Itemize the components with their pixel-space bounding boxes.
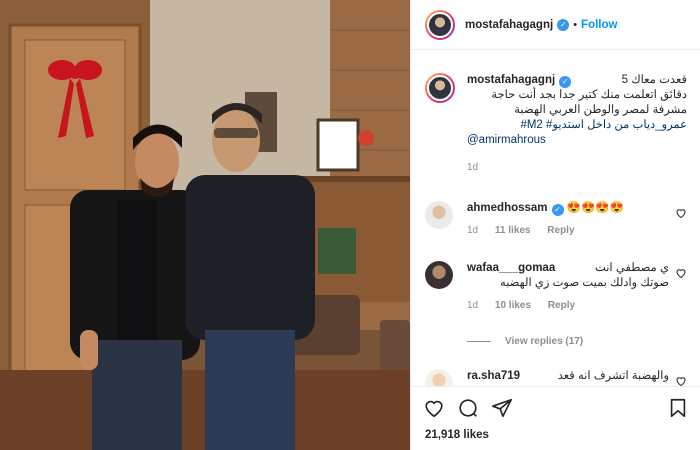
author-avatar[interactable] xyxy=(425,9,455,40)
post-actions: 21,918 likes xyxy=(411,386,700,450)
commenter-username[interactable]: wafaa___gomaa xyxy=(467,262,555,274)
caption-avatar[interactable] xyxy=(425,73,455,103)
reply-button[interactable]: Reply xyxy=(547,225,574,236)
caption-username[interactable]: mostafahagagnj xyxy=(467,74,555,86)
comment-likes[interactable]: 11 likes xyxy=(495,225,531,236)
comment-meta: 1d 11 likes Reply xyxy=(467,225,687,236)
caption-hashtags[interactable]: #M2 #عمرو_دياب من داخل استديو xyxy=(467,118,687,133)
verified-badge-icon: ✓ xyxy=(557,18,570,31)
caption-line-3: مشرفة لمصر والوطن العربي الهضبة xyxy=(514,104,687,116)
comment-text-line-2: صوتك وادلك بميت صوت زي الهضبه xyxy=(500,277,669,289)
commenter-username[interactable]: ahmedhossam xyxy=(467,202,548,214)
post-sidebar: mostafahagagnj ✓ • Follow mostafahagagnj… xyxy=(410,0,700,450)
commenter-avatar[interactable] xyxy=(425,261,453,289)
verified-badge-icon: ✓ xyxy=(559,76,572,88)
comment-text-line-1: ي مصطفي انت xyxy=(594,262,669,274)
photo-illustration xyxy=(0,0,410,450)
author-username[interactable]: mostafahagagnj xyxy=(465,19,553,31)
commenter-avatar[interactable] xyxy=(425,201,453,229)
caption-time: 1d xyxy=(467,162,479,173)
comment-item: ra.sha719 والهضبة اتشرف انه قعد xyxy=(425,369,687,386)
likes-count[interactable]: 21,918 likes xyxy=(425,429,489,441)
caption-line-2: دقائق اتعلمت منك كتير جدا بجد أنت حاجة xyxy=(491,89,687,101)
comment-time: 1d xyxy=(467,225,479,236)
caption-mention[interactable]: @amirmahrous xyxy=(467,133,687,148)
view-replies-label[interactable]: View replies (17) xyxy=(505,336,583,347)
comment-item: wafaa___gomaa ي مصطفي انت صوتك وادلك بمي… xyxy=(425,261,687,311)
comment-likes[interactable]: 10 likes xyxy=(495,300,531,311)
comment-item: ahmedhossam ✓ 😍😍😍😍 1d 11 likes Reply xyxy=(425,201,687,236)
post-photo[interactable] xyxy=(0,0,410,450)
post-header: mostafahagagnj ✓ • Follow xyxy=(411,0,700,50)
like-comment-heart-icon[interactable] xyxy=(675,207,687,219)
follow-button[interactable]: Follow xyxy=(581,19,617,31)
heart-icon[interactable] xyxy=(423,397,445,419)
commenter-avatar[interactable] xyxy=(425,369,453,386)
replies-divider xyxy=(467,341,491,342)
view-replies-button[interactable]: View replies (17) xyxy=(467,336,583,347)
share-icon[interactable] xyxy=(491,397,513,419)
comment-time: 1d xyxy=(467,300,479,311)
like-comment-heart-icon[interactable] xyxy=(675,375,687,386)
separator-dot: • xyxy=(573,18,578,31)
reply-button[interactable]: Reply xyxy=(548,300,575,311)
comments-section[interactable]: mostafahagagnj ✓ قعدت معاك 5 دقائق اتعلمت… xyxy=(411,51,700,386)
caption-line-1: قعدت معاك 5 xyxy=(621,74,687,86)
comment-icon[interactable] xyxy=(457,397,479,419)
bookmark-icon[interactable] xyxy=(667,397,689,419)
comment-text: 😍😍😍😍 xyxy=(566,202,625,214)
post-caption: mostafahagagnj ✓ قعدت معاك 5 دقائق اتعلمت… xyxy=(425,73,687,175)
like-comment-heart-icon[interactable] xyxy=(675,267,687,279)
comment-meta: 1d 10 likes Reply xyxy=(467,300,687,311)
commenter-username[interactable]: ra.sha719 xyxy=(467,370,520,382)
comment-text: والهضبة اتشرف انه قعد xyxy=(557,370,669,382)
verified-badge-icon: ✓ xyxy=(551,204,564,216)
